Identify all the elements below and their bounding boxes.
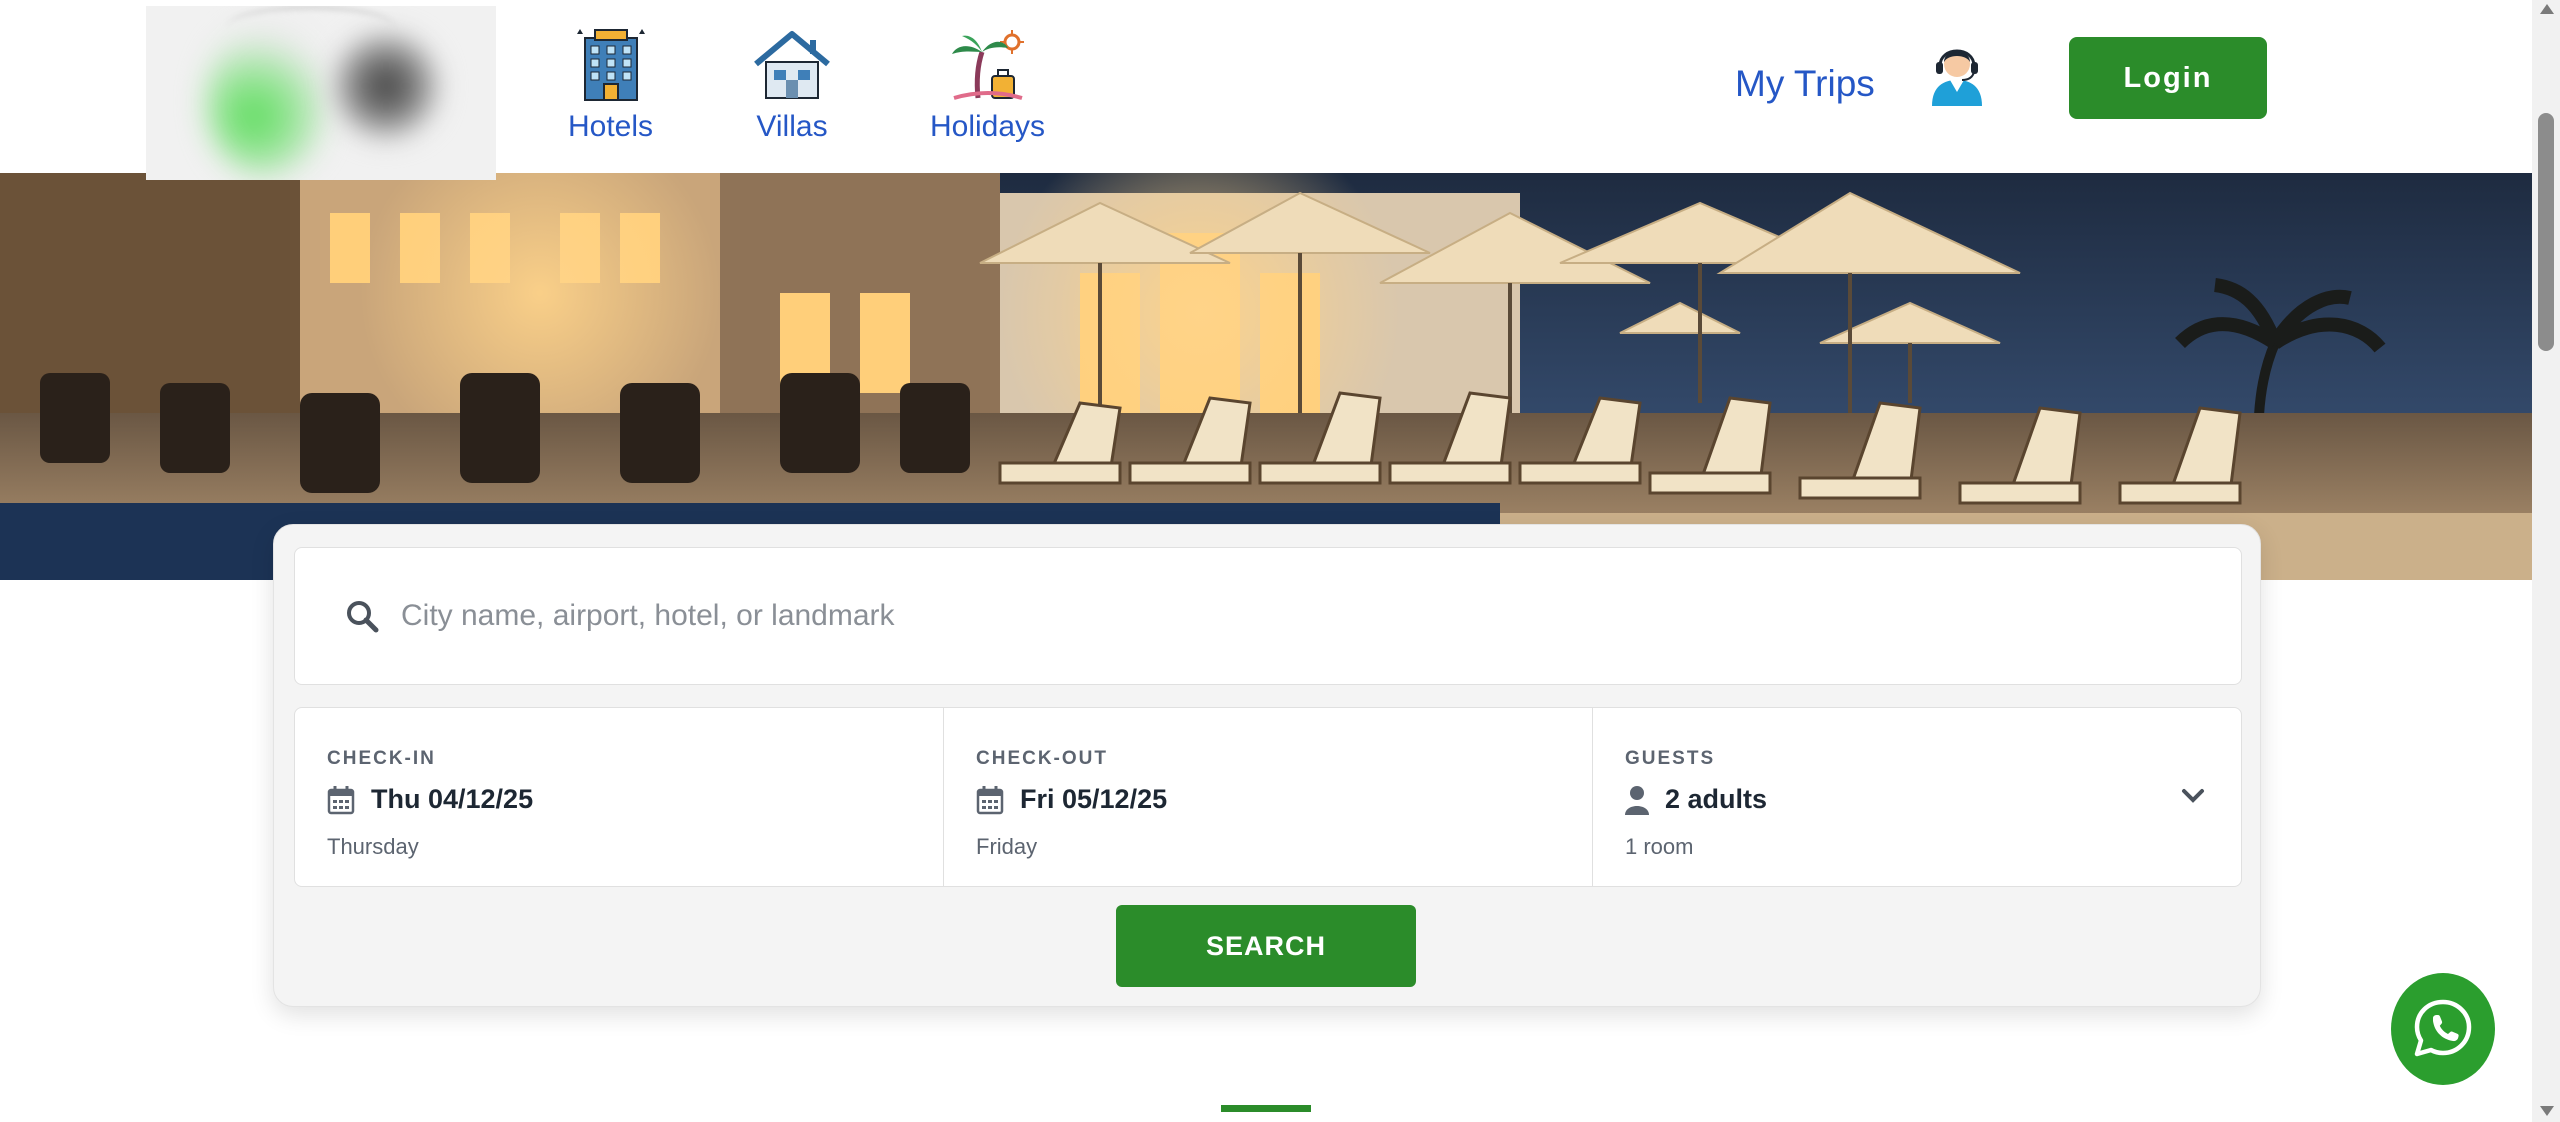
calendar-icon xyxy=(976,785,1004,814)
search-button[interactable]: SEARCH xyxy=(1116,905,1416,987)
whatsapp-chat-button[interactable] xyxy=(2391,973,2495,1085)
villa-house-icon xyxy=(754,31,830,99)
nav-villas-label: Villas xyxy=(756,110,828,143)
login-button[interactable]: Login xyxy=(2069,37,2267,119)
calendar-icon xyxy=(327,785,355,814)
checkout-value: Fri 05/12/25 xyxy=(1020,784,1168,814)
nav-hotels[interactable]: Hotels xyxy=(568,28,653,144)
checkout-field[interactable]: CHECK-OUT Fri 05/12/25 Friday xyxy=(944,708,1593,886)
checkout-day: Friday xyxy=(976,834,1038,859)
person-icon xyxy=(1625,785,1649,815)
hero-resort-image xyxy=(0,173,2532,580)
palm-beach-icon xyxy=(951,30,1024,100)
guests-field[interactable]: GUESTS 2 adults 1 room xyxy=(1593,708,2241,886)
nav-holidays[interactable]: Holidays xyxy=(930,28,1045,144)
search-icon xyxy=(347,601,379,633)
chevron-down-icon[interactable] xyxy=(2181,788,2205,804)
destination-input[interactable] xyxy=(399,598,2203,634)
site-header: Hotels Villas Holidays My Trips Login xyxy=(0,0,2532,180)
rooms-count: 1 room xyxy=(1625,834,1694,859)
nav-villas[interactable]: Villas xyxy=(752,28,832,144)
checkin-field[interactable]: CHECK-IN Thu 04/12/25 Thursday xyxy=(295,708,944,886)
hotel-building-icon xyxy=(576,29,645,101)
scroll-up-arrow-icon[interactable] xyxy=(2540,4,2554,14)
search-card: CHECK-IN Thu 04/12/25 Thursday CHECK-OUT xyxy=(273,524,2261,1007)
whatsapp-icon xyxy=(2414,999,2472,1057)
nav-hotels-label: Hotels xyxy=(568,110,654,143)
checkin-label: CHECK-IN xyxy=(327,748,436,769)
blurred-logo[interactable] xyxy=(146,6,496,180)
booking-fields: CHECK-IN Thu 04/12/25 Thursday CHECK-OUT xyxy=(294,707,2242,887)
checkin-day: Thursday xyxy=(327,834,419,859)
scroll-down-arrow-icon[interactable] xyxy=(2540,1106,2554,1116)
my-trips-link[interactable]: My Trips xyxy=(1735,63,1875,105)
page-scrollbar[interactable] xyxy=(2532,0,2560,1122)
nav-holidays-label: Holidays xyxy=(930,110,1046,143)
customer-support-icon[interactable] xyxy=(1922,40,1992,111)
checkout-label: CHECK-OUT xyxy=(976,748,1108,769)
section-underline xyxy=(1221,1105,1311,1112)
checkin-value: Thu 04/12/25 xyxy=(371,784,534,814)
scrollbar-thumb[interactable] xyxy=(2538,113,2554,351)
destination-search-box[interactable] xyxy=(294,547,2242,685)
guests-value: 2 adults xyxy=(1665,784,1768,814)
guests-label: GUESTS xyxy=(1625,748,1716,769)
